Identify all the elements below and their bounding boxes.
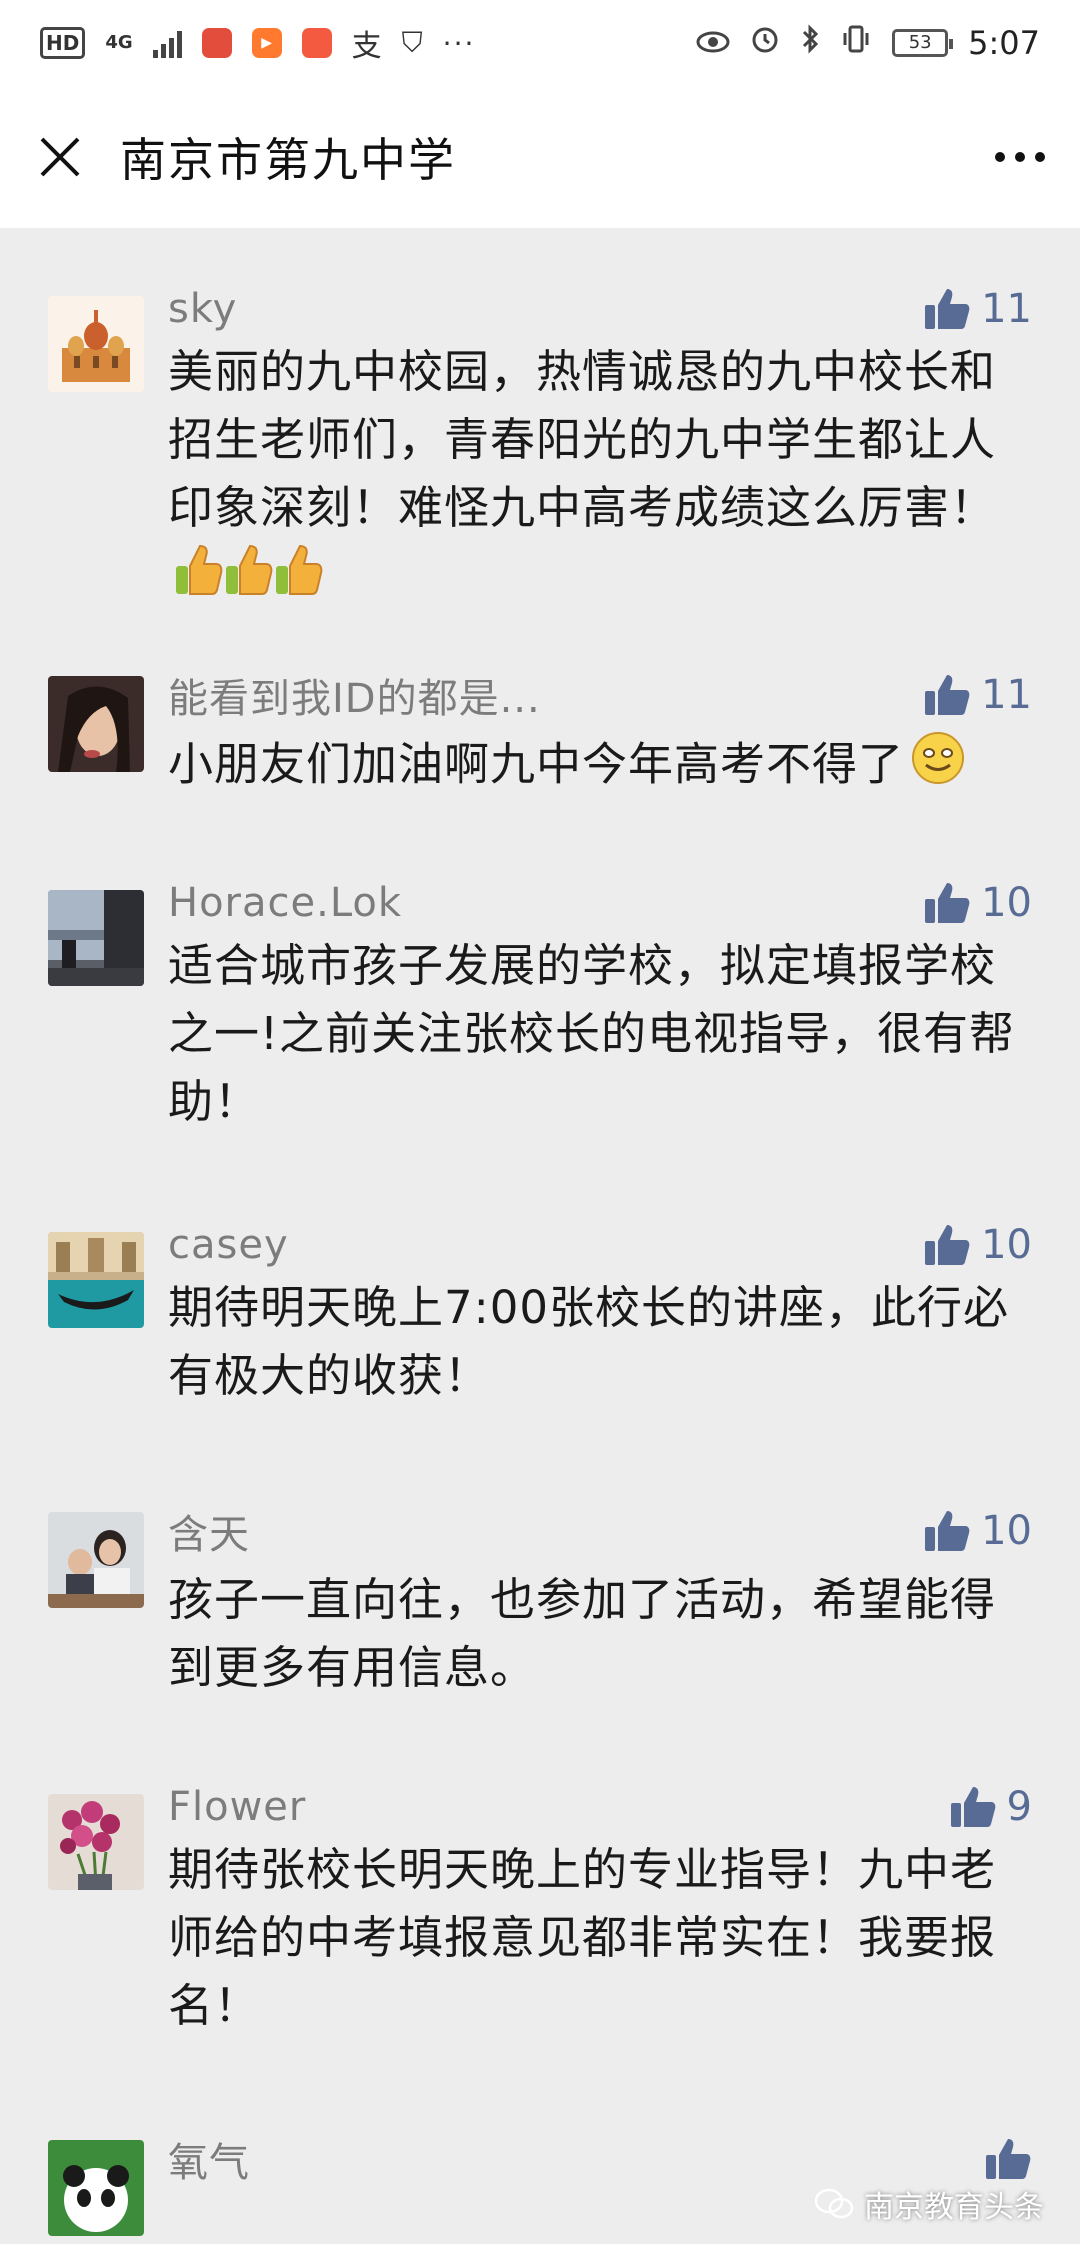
comment-author[interactable]: Flower bbox=[168, 1784, 306, 1830]
comment-author[interactable]: sky bbox=[168, 286, 237, 332]
like-button[interactable]: 11 bbox=[923, 672, 1032, 718]
bluetooth-icon bbox=[800, 24, 820, 62]
close-button[interactable] bbox=[0, 86, 120, 228]
comment-header: casey 10 bbox=[168, 1192, 1032, 1268]
status-bar-right: 53 5:07 bbox=[696, 24, 1040, 62]
avatar[interactable] bbox=[48, 2140, 144, 2236]
like-count: 10 bbox=[981, 880, 1032, 926]
comment-item: 能看到我ID的都是... 11 小朋友们加油啊九中今年高考不得了 bbox=[0, 636, 1080, 850]
like-count: 10 bbox=[981, 1222, 1032, 1268]
like-button[interactable]: 10 bbox=[923, 1222, 1032, 1268]
comment-text: 适合城市孩子发展的学校，拟定填报学校之一!之前关注张校长的电视指导，很有帮助！ bbox=[168, 939, 1016, 1128]
clock: 5:07 bbox=[968, 24, 1040, 62]
video-app-icon: ▶ bbox=[251, 28, 282, 58]
comment-text-content: 小朋友们加油啊九中今年高考不得了 bbox=[168, 737, 905, 791]
comment-item: Horace.Lok 10 适合城市孩子发展的学校，拟定填报学校之一!之前关注张… bbox=[0, 850, 1080, 1192]
comment-item: casey 10 期待明天晚上7:00张校长的讲座，此行必有极大的收获！ bbox=[0, 1192, 1080, 1472]
comment-text: 期待张校长明天晚上的专业指导！九中老师给的中考填报意见都非常实在！我要报名！ bbox=[168, 1843, 997, 2032]
comment-text-content: 美丽的九中校园，热情诚恳的九中校长和招生老师们，青春阳光的九中学生都让人印象深刻… bbox=[168, 345, 997, 534]
thumbs-up-icon bbox=[925, 1511, 970, 1551]
like-count: 11 bbox=[981, 672, 1032, 718]
comment-header: 能看到我ID的都是... 11 bbox=[168, 636, 1032, 724]
more-notifications-icon: ··· bbox=[442, 26, 476, 60]
thumbs-up-icon bbox=[925, 675, 970, 715]
comment-header: 氧气 bbox=[168, 2100, 1032, 2188]
comment-text: 孩子一直向往，也参加了活动，希望能得到更多有用信息。 bbox=[168, 1573, 997, 1694]
thumbs-up-icon bbox=[925, 1225, 970, 1265]
map-app-icon bbox=[201, 28, 232, 58]
comment-header: sky 11 bbox=[168, 228, 1032, 332]
battery-indicator: 53 bbox=[892, 29, 954, 57]
like-button[interactable]: 11 bbox=[923, 286, 1032, 332]
like-button[interactable] bbox=[984, 2137, 1032, 2181]
comment-text: 小朋友们加油啊九中今年高考不得了 bbox=[168, 730, 1032, 805]
avatar[interactable] bbox=[48, 676, 144, 772]
title-bar: 南京市第九中学 bbox=[0, 86, 1080, 228]
hd-indicator: HD bbox=[40, 27, 86, 59]
like-count: 11 bbox=[981, 286, 1032, 332]
signal-icon bbox=[152, 28, 182, 58]
comment-item: sky 11 美丽的九中校园，热情诚恳的九中校长和招生老师们，青春阳光的九中学生… bbox=[0, 228, 1080, 636]
comment-header: 含天 10 bbox=[168, 1472, 1032, 1560]
vibrate-icon bbox=[840, 24, 872, 62]
avatar[interactable] bbox=[48, 890, 144, 986]
avatar[interactable] bbox=[48, 1794, 144, 1890]
status-bar-left: HD 4G ▶ 支 ⛉ ··· bbox=[40, 21, 475, 65]
thumbs-up-icon bbox=[925, 289, 970, 329]
like-button[interactable]: 10 bbox=[923, 1508, 1032, 1554]
comment-text: 美丽的九中校园，热情诚恳的九中校长和招生老师们，青春阳光的九中学生都让人印象深刻… bbox=[168, 338, 1032, 617]
comment-item: 含天 10 孩子一直向往，也参加了活动，希望能得到更多有用信息。 bbox=[0, 1472, 1080, 1754]
comment-item: Flower 9 期待张校长明天晚上的专业指导！九中老师给的中考填报意见都非常实… bbox=[0, 1754, 1080, 2100]
thumbs-up-icon bbox=[986, 2139, 1031, 2179]
dot bbox=[1015, 152, 1025, 162]
comment-header: Horace.Lok 10 bbox=[168, 850, 1032, 926]
page-title: 南京市第九中学 bbox=[120, 133, 456, 187]
watermark: 南京教育头条 bbox=[814, 2182, 1044, 2226]
thumbs-up-emoji-icon bbox=[174, 542, 324, 617]
thumbs-up-icon bbox=[950, 1787, 995, 1827]
alarm-icon bbox=[750, 24, 780, 62]
smiley-emoji-icon bbox=[910, 730, 966, 805]
dot bbox=[1035, 152, 1045, 162]
more-options-button[interactable] bbox=[960, 86, 1080, 228]
comment-text: 期待明天晚上7:00张校长的讲座，此行必有极大的收获！ bbox=[168, 1281, 1010, 1402]
avatar[interactable] bbox=[48, 1232, 144, 1328]
comment-author[interactable]: Horace.Lok bbox=[168, 880, 402, 926]
close-icon bbox=[40, 137, 80, 177]
dot bbox=[995, 152, 1005, 162]
pingan-app-icon bbox=[301, 28, 332, 58]
like-count: 9 bbox=[1006, 1784, 1032, 1830]
comment-author[interactable]: 氧气 bbox=[168, 2130, 250, 2188]
comment-author[interactable]: 含天 bbox=[168, 1502, 250, 1560]
wechat-icon bbox=[814, 2188, 854, 2219]
like-count: 10 bbox=[981, 1508, 1032, 1554]
eye-icon bbox=[696, 26, 730, 61]
like-button[interactable]: 10 bbox=[923, 880, 1032, 926]
comment-header: Flower 9 bbox=[168, 1754, 1032, 1830]
network-type: 4G bbox=[105, 32, 133, 53]
avatar[interactable] bbox=[48, 1512, 144, 1608]
comment-author[interactable]: casey bbox=[168, 1222, 289, 1268]
watermark-text: 南京教育头条 bbox=[864, 2190, 1044, 2225]
shield-icon: ⛉ bbox=[401, 26, 423, 59]
comment-author[interactable]: 能看到我ID的都是... bbox=[168, 666, 541, 724]
comment-list: sky 11 美丽的九中校园，热情诚恳的九中校长和招生老师们，青春阳光的九中学生… bbox=[0, 228, 1080, 2244]
avatar[interactable] bbox=[48, 296, 144, 392]
thumbs-up-icon bbox=[925, 883, 970, 923]
status-bar: HD 4G ▶ 支 ⛉ ··· 53 5:07 bbox=[0, 0, 1080, 86]
alipay-icon: 支 bbox=[351, 29, 382, 64]
like-button[interactable]: 9 bbox=[949, 1784, 1032, 1830]
